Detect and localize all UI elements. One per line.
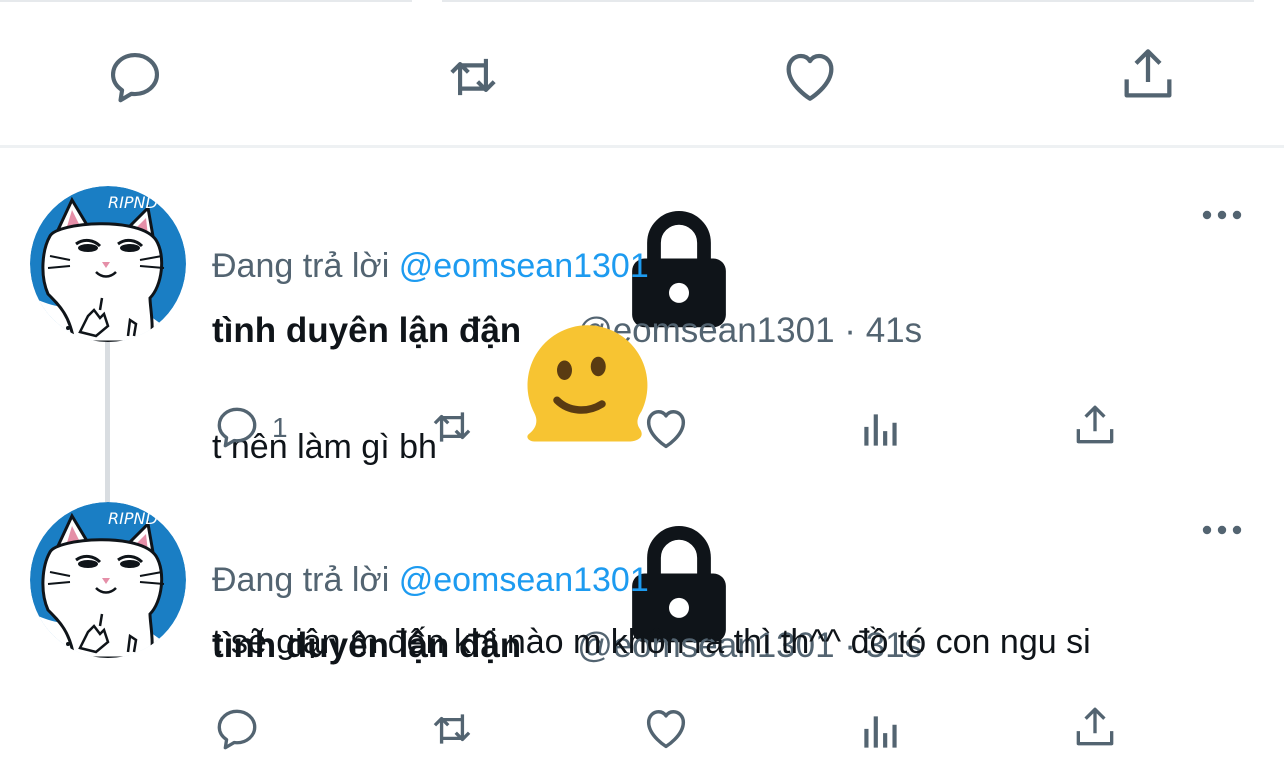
retweet-icon[interactable] <box>438 46 508 108</box>
reply-count: 1 <box>272 412 288 443</box>
more-icon[interactable] <box>1200 522 1244 538</box>
melting-face-emoji <box>437 314 475 352</box>
separator-dot: · <box>844 311 856 350</box>
reply-icon[interactable] <box>104 46 166 108</box>
tweet-text-content: t sẽ giận m đến khi nào m khôn ra thì th… <box>212 623 1091 661</box>
tweet-header: tình duyên lận đận @eomsean1301 · 41s <box>212 196 922 350</box>
replying-to: Đang trả lời @eomsean1301 <box>212 244 649 288</box>
main-tweet-action-bar <box>0 40 1284 110</box>
previous-tweet-edge <box>0 0 1284 4</box>
views-icon[interactable] <box>856 706 906 756</box>
reply-icon[interactable] <box>212 402 262 452</box>
timestamp[interactable]: 41s <box>866 311 922 350</box>
share-icon[interactable] <box>1070 400 1120 450</box>
section-divider <box>0 145 1284 148</box>
like-icon[interactable] <box>778 44 842 108</box>
replying-to: Đang trả lời @eomsean1301 <box>212 558 649 602</box>
share-icon[interactable] <box>1070 702 1120 752</box>
replying-mention-link[interactable]: @eomsean1301 <box>399 561 649 599</box>
views-icon[interactable] <box>856 404 906 454</box>
lock-icon <box>529 511 563 545</box>
thread-connector <box>105 342 110 502</box>
avatar[interactable] <box>30 502 186 658</box>
replying-prefix: Đang trả lời <box>212 247 390 285</box>
replying-prefix: Đang trả lời <box>212 561 390 599</box>
tweet-text: t nên làm gì bh <box>212 314 475 466</box>
tweet-text: t sẽ giận m đến khi nào m khôn ra thì th… <box>212 618 1091 666</box>
retweet-icon[interactable] <box>424 402 480 452</box>
reply-icon[interactable] <box>212 704 262 754</box>
avatar[interactable] <box>30 186 186 342</box>
like-icon[interactable] <box>640 402 692 454</box>
tweet-header: tình duyên lận đận @eomsean1301 · 31s <box>212 511 922 665</box>
share-icon[interactable] <box>1116 42 1180 106</box>
more-icon[interactable] <box>1200 207 1244 223</box>
replying-mention-link[interactable]: @eomsean1301 <box>399 247 649 285</box>
retweet-icon[interactable] <box>424 704 480 754</box>
lock-icon <box>529 196 563 230</box>
like-icon[interactable] <box>640 702 692 754</box>
